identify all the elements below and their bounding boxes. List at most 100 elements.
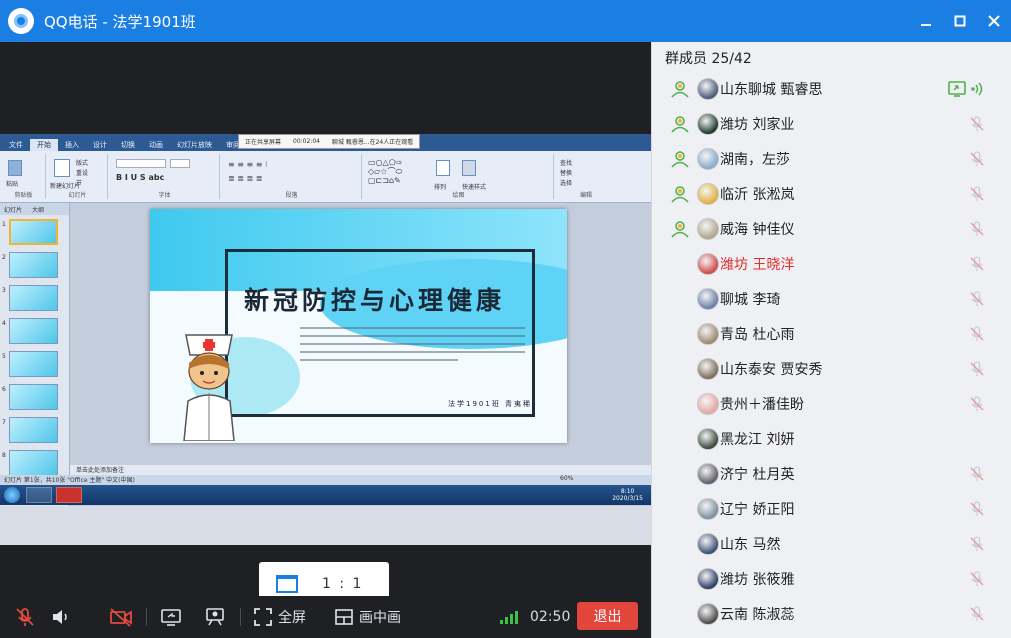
ribbon-group-label: 编辑 (579, 192, 592, 199)
ribbon-group-label: 剪贴板 (14, 192, 33, 199)
slide-body-text (300, 327, 525, 367)
ribbon-group-label: 字体 (158, 192, 171, 199)
mic-muted-icon (970, 535, 984, 551)
mic-muted-icon (970, 570, 984, 586)
maximize-button[interactable] (943, 0, 977, 42)
presenter-button[interactable] (204, 596, 226, 638)
fullscreen-button[interactable]: 全屏 (253, 596, 306, 638)
member-name: 济宁 杜月英 (720, 466, 795, 483)
avatar (697, 252, 719, 275)
slide-thumbnail[interactable] (9, 351, 58, 377)
member-row[interactable]: 聊城 李琦 (652, 281, 1011, 316)
member-name: 山东聊城 甄睿思 (720, 81, 823, 98)
member-row[interactable]: 潍坊 张筱雅 (652, 561, 1011, 596)
member-name: 潍坊 张筱雅 (720, 571, 795, 588)
member-name: 辽宁 娇正阳 (720, 501, 795, 518)
member-row[interactable]: 青岛 杜心雨 (652, 316, 1011, 351)
slide-thumbnail-number: 8 (2, 452, 6, 459)
mic-muted-icon (970, 220, 984, 236)
ppt-tab[interactable]: 设计 (86, 139, 114, 151)
pane-tab-slides: 幻灯片 (4, 206, 23, 214)
member-row[interactable]: 山东聊城 甄睿思 (652, 71, 1011, 106)
window-controls (909, 0, 1011, 42)
admin-role-icon (671, 185, 689, 203)
picture-in-picture-button[interactable]: 画中画 (334, 596, 401, 638)
ribbon-button: 选择 (560, 180, 573, 187)
slide-signature: 法学1901班 青夷稀 (448, 400, 533, 408)
admin-role-icon (671, 220, 689, 238)
shared-screen[interactable]: 文件开始插入设计切换动画幻灯片放映审阅视图 正在共享屏幕00:02:04聊城 甄… (0, 134, 651, 545)
ribbon-group-editing: 查找 替换 选择 编辑 (556, 154, 616, 199)
slide-thumbnail[interactable] (9, 384, 58, 410)
mic-toggle-button[interactable] (14, 596, 36, 638)
slide-thumbnail-number: 4 (2, 320, 6, 327)
slide-thumbnail-number: 6 (2, 386, 6, 393)
member-row[interactable]: 贵州＋潘佳盼 (652, 386, 1011, 421)
clock-date: 2020/3/15 (612, 495, 643, 502)
share-screen-button[interactable] (160, 596, 182, 638)
member-name: 湖南，左莎 (720, 151, 790, 168)
member-row[interactable]: 济宁 杜月英 (652, 456, 1011, 491)
member-row[interactable]: 山东泰安 贾安秀 (652, 351, 1011, 386)
member-row[interactable]: 威海 钟佳仪 (652, 211, 1011, 246)
slide-thumbnail[interactable] (9, 219, 58, 245)
member-row[interactable]: 山东 马然 (652, 526, 1011, 561)
title-bar: QQ电话 - 法学1901班 (0, 0, 1011, 42)
avatar (697, 427, 719, 450)
camera-toggle-button[interactable] (108, 596, 134, 638)
mic-muted-icon (16, 608, 34, 626)
member-row[interactable]: 云南 陈淑蕊 (652, 596, 1011, 631)
fullscreen-icon (254, 608, 272, 626)
member-row[interactable]: 潍坊 刘家业 (652, 106, 1011, 141)
ppt-tab[interactable]: 动画 (142, 139, 170, 151)
slide-thumbnail[interactable] (9, 252, 58, 278)
avatar (697, 112, 719, 135)
slide-thumbnail[interactable] (9, 285, 58, 311)
member-row[interactable]: 临沂 张淞岚 (652, 176, 1011, 211)
ppt-tab[interactable]: 开始 (30, 139, 58, 151)
admin-role-icon (671, 80, 689, 98)
camera-off-icon (110, 608, 132, 627)
slide-thumbnail[interactable] (9, 318, 58, 344)
avatar (697, 392, 719, 415)
call-timer: 02:50 (530, 609, 571, 625)
close-button[interactable] (977, 0, 1011, 42)
avatar (697, 322, 719, 345)
toolbar-divider (240, 608, 241, 626)
taskbar-app-icon (26, 487, 52, 503)
ppt-tab[interactable]: 切换 (114, 139, 142, 151)
ribbon-group-slides: 新建幻灯片 版式 重设 节 幻灯片 (48, 154, 108, 199)
slide-thumbnail[interactable] (9, 417, 58, 443)
close-icon (988, 15, 1000, 27)
ppt-tab[interactable]: 插入 (58, 139, 86, 151)
member-row[interactable]: 黑龙江 刘妍 (652, 421, 1011, 456)
minimize-button[interactable] (909, 0, 943, 42)
mic-muted-icon (970, 605, 984, 621)
ribbon-group-label: 绘图 (452, 192, 465, 199)
member-row[interactable]: 潍坊 王晓洋 (652, 246, 1011, 281)
member-name: 青岛 杜心雨 (720, 326, 795, 343)
ppt-tab[interactable]: 幻灯片放映 (170, 139, 219, 151)
speaker-button[interactable] (50, 596, 72, 638)
ribbon-group-label: 幻灯片 (68, 192, 87, 199)
slide-thumbnails-pane: 幻灯片 大纲 1 2 3 4 5 6 7 8 (0, 203, 70, 506)
ribbon-group-drawing: ▭○△⬠⇨ ◇▱☆⌒⬭ ▢⊏⊐⌂✎ 排列 快速样式 绘图 (364, 154, 554, 199)
exit-button[interactable]: 退出 (577, 602, 638, 630)
clock-time: 8:10 (620, 488, 635, 495)
member-row[interactable]: 辽宁 娇正阳 (652, 491, 1011, 526)
mic-muted-icon (970, 500, 984, 516)
ribbon-button: 重设 (76, 170, 89, 177)
notes-bar: 单击此处添加备注 (70, 465, 651, 475)
fullscreen-label: 全屏 (278, 610, 306, 626)
member-row[interactable]: 湖南，左莎 (652, 141, 1011, 176)
ribbon-group-clipboard: 粘贴 剪贴板 (2, 154, 46, 199)
signal-indicator (500, 596, 518, 638)
admin-role-icon (671, 150, 689, 168)
window-title: QQ电话 - 法学1901班 (44, 12, 196, 31)
member-name: 潍坊 王晓洋 (720, 256, 795, 273)
ribbon-button: 替换 (560, 170, 573, 177)
ppt-tab[interactable]: 文件 (2, 139, 30, 151)
member-name: 云南 陈淑蕊 (720, 606, 795, 623)
slide-thumbnail[interactable] (9, 450, 58, 476)
avatar (697, 532, 719, 555)
